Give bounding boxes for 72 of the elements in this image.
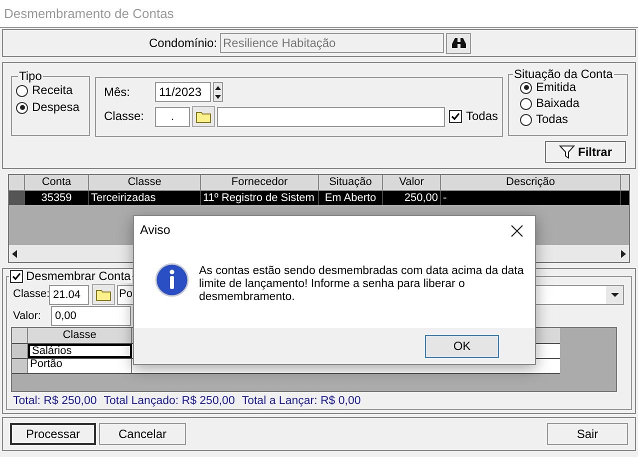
info-icon: [155, 263, 189, 297]
window-title: Desmembramento de Contas: [4, 6, 174, 22]
up-arrow-icon: [215, 86, 221, 90]
table-cell: 250,00: [383, 191, 441, 205]
spin-button[interactable]: [213, 82, 223, 102]
checkbox-label: Todas: [466, 110, 498, 123]
radio-label: Todas: [536, 113, 568, 126]
column-header[interactable]: Valor: [383, 175, 441, 190]
folder-icon: [196, 110, 211, 122]
checkbox[interactable]: [449, 110, 462, 123]
dialog-message: As contas estão sendo desmembradas com data acima da data limite de lançamento! Informe a senha para liberar o desmembramento.: [199, 265, 525, 304]
total-text: Total: R$ 250,00: [13, 394, 97, 408]
radio-button[interactable]: [520, 114, 532, 126]
folder-button[interactable]: [192, 106, 215, 127]
close-icon: [511, 224, 523, 236]
condominio-label: Condomínio:: [149, 36, 218, 50]
column-header[interactable]: Descrição: [441, 175, 621, 190]
filter-button[interactable]: Filtrar: [545, 141, 626, 163]
close-button[interactable]: [509, 222, 525, 238]
right-arrow-icon: [621, 250, 626, 258]
column-header[interactable]: Conta: [25, 175, 89, 190]
column-header[interactable]: Fornecedor: [201, 175, 319, 190]
valor-label: Valor:: [13, 310, 42, 322]
table-cell: 11º Registro de Sistem: [201, 191, 319, 205]
ok-button[interactable]: OK: [425, 334, 499, 358]
dialog-title: Aviso: [140, 224, 170, 237]
caret-icon: [610, 292, 618, 296]
combo-text: Po: [119, 288, 132, 301]
classe-code-field[interactable]: .: [155, 106, 190, 126]
table-cell: 35359: [25, 191, 89, 205]
table-cell: Em Aberto: [319, 191, 383, 205]
table-row[interactable]: 35359 Terceirizadas 11º Registro de Sistem Em Aberto 250,00 -: [9, 191, 629, 205]
column-header[interactable]: Situação: [319, 175, 383, 190]
action-button[interactable]: Sair: [547, 423, 628, 445]
radio-label: Baixada: [536, 97, 580, 110]
down-arrow-icon: [215, 94, 221, 98]
action-button[interactable]: Processar: [10, 423, 96, 445]
left-arrow-icon: [12, 250, 17, 258]
radio-button[interactable]: [520, 98, 532, 110]
funnel-icon: [558, 145, 575, 159]
search-button[interactable]: [446, 32, 471, 54]
classe-label: Classe:: [13, 288, 49, 301]
radio-button[interactable]: [16, 84, 28, 96]
folder-button[interactable]: [92, 284, 115, 305]
binoculars-icon: [450, 37, 466, 49]
group-title: Tipo: [18, 69, 43, 83]
table-cell[interactable]: Portão: [28, 359, 132, 373]
action-button[interactable]: Cancelar: [99, 423, 186, 445]
table-cell: -: [441, 191, 621, 205]
checkbox[interactable]: [10, 270, 23, 282]
radio-button[interactable]: [16, 102, 28, 114]
radio-label: Emitida: [536, 81, 576, 94]
mes-field[interactable]: 11/2023: [155, 82, 211, 102]
folder-icon: [96, 288, 111, 300]
classe-code-field[interactable]: 21.04: [49, 284, 89, 304]
condominio-field: Resilience Habitação: [220, 33, 444, 53]
total-text: Total a Lançar: R$ 0,00: [242, 394, 361, 408]
valor-field[interactable]: 0,00: [51, 306, 131, 326]
radio-button[interactable]: [520, 82, 532, 94]
column-header[interactable]: Classe: [89, 175, 201, 190]
column-header[interactable]: Classe: [28, 328, 132, 343]
table-cell[interactable]: Salários: [28, 344, 132, 358]
classe-name-field[interactable]: [217, 106, 445, 126]
mes-label: Mês:: [104, 86, 132, 98]
radio-label: Receita: [32, 84, 73, 97]
dropdown-button[interactable]: [606, 286, 623, 304]
group-title: Situação da Conta: [513, 67, 614, 81]
radio-label: Despesa: [32, 101, 80, 114]
classe-label: Classe:: [104, 110, 146, 123]
table-cell: Terceirizadas: [89, 191, 201, 205]
total-text: Total Lançado: R$ 250,00: [104, 394, 235, 408]
checkbox-label: Desmembrar Conta: [26, 269, 131, 283]
